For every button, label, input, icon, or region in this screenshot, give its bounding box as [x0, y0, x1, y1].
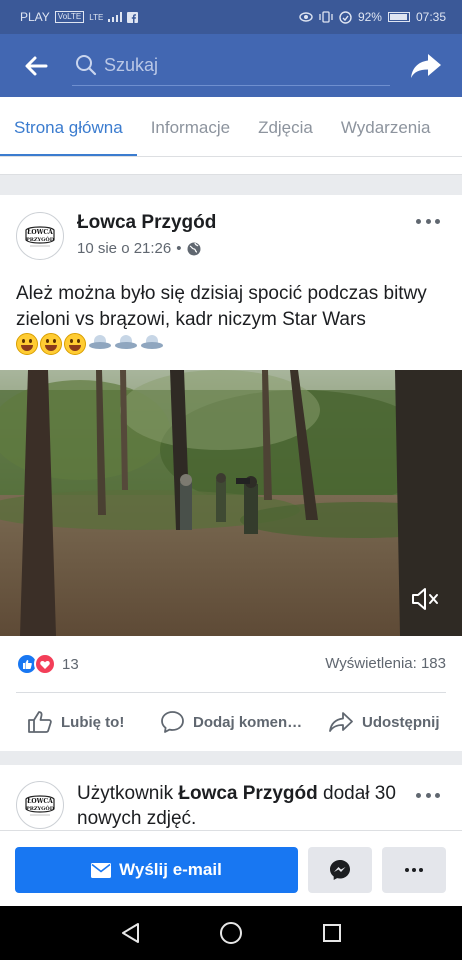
post-video[interactable]: [0, 370, 462, 636]
view-count: Wyświetlenia: 183: [325, 655, 446, 672]
nav-home-icon[interactable]: [219, 921, 243, 945]
post-options-button[interactable]: [416, 213, 440, 229]
send-email-button[interactable]: Wyślij e-mail: [15, 847, 298, 893]
photo-post-page-name[interactable]: Łowca Przygód: [178, 783, 317, 804]
page-logo: ŁOWCAPRZYGÓD: [21, 786, 59, 824]
battery-icon: [387, 12, 410, 22]
comment-icon: [161, 711, 184, 733]
svg-text:ŁOWCA: ŁOWCA: [27, 229, 53, 236]
mute-icon[interactable]: [410, 584, 440, 614]
facebook-notification-icon: [127, 11, 139, 23]
vibrate-icon: [319, 11, 333, 23]
nav-recents-icon[interactable]: [322, 923, 342, 943]
page-action-bar: Wyślij e-mail: [0, 830, 462, 906]
post-meta: 10 sie o 21:26 •: [77, 240, 201, 257]
eye-icon: [299, 12, 313, 22]
system-navigation-bar: [0, 906, 462, 960]
forest-video-frame: [0, 370, 462, 636]
battery-percent: 92%: [357, 10, 382, 24]
svg-text:PRZYGÓD: PRZYGÓD: [26, 804, 55, 812]
data-saver-icon: [339, 10, 352, 24]
post-emojis: [16, 333, 164, 359]
carrier-label: PLAY: [20, 10, 50, 24]
share-page-button[interactable]: [390, 34, 462, 97]
avatar[interactable]: ŁOWCA PRZYGÓD: [16, 781, 64, 829]
like-label: Lubię to!: [61, 713, 125, 731]
ufo-icon: [140, 333, 164, 355]
ufo-icon: [88, 333, 112, 355]
signal-icon: LTE: [89, 12, 104, 22]
reactions-summary[interactable]: 13: [16, 653, 79, 675]
search-bar[interactable]: [72, 46, 390, 86]
envelope-icon: [91, 862, 112, 878]
comment-button[interactable]: Dodaj komen…: [160, 710, 302, 734]
share-arrow-icon: [411, 53, 441, 78]
app-bar: [0, 34, 462, 97]
tab-photos[interactable]: Zdjęcia: [244, 97, 327, 156]
clock: 07:35: [415, 10, 446, 24]
page-name[interactable]: Łowca Przygód: [77, 212, 216, 234]
photo-post-text: Użytkownik Łowca Przygód dodał 30 nowych…: [77, 781, 397, 831]
share-icon: [329, 712, 353, 732]
page-tabs: Strona główna Informacje Zdjęcia Wydarze…: [0, 97, 462, 157]
svg-text:ŁOWCA: ŁOWCA: [27, 798, 53, 805]
globe-icon: [187, 242, 201, 255]
comment-label: Dodaj komen…: [193, 713, 303, 731]
actions-divider: [16, 692, 446, 693]
post-actions: Lubię to! Dodaj komen… Udostępnij: [0, 700, 462, 744]
nav-back-icon[interactable]: [120, 922, 140, 944]
search-icon: [76, 55, 97, 76]
thumbs-up-icon: [28, 711, 52, 733]
post-card-photos: ŁOWCA PRZYGÓD Użytkownik Łowca Przygód do…: [0, 765, 462, 835]
photo-post-prefix: Użytkownik: [77, 783, 179, 804]
grinning-face-icon: [16, 333, 38, 355]
share-button[interactable]: Udostępnij: [328, 711, 440, 733]
search-input[interactable]: [100, 54, 390, 76]
tab-about[interactable]: Informacje: [137, 97, 244, 156]
svg-text:PRZYGÓD: PRZYGÓD: [26, 235, 55, 243]
tab-events[interactable]: Wydarzenia: [327, 97, 445, 156]
arrow-left-icon: [25, 56, 48, 75]
tab-home[interactable]: Strona główna: [0, 97, 137, 156]
avatar[interactable]: ŁOWCA PRZYGÓD: [16, 212, 64, 260]
post-text: Ależ można było się dzisiaj spocić podcz…: [16, 283, 427, 330]
post-card: ŁOWCA PRZYGÓD Łowca Przygód 10 sie o 21:2…: [0, 195, 462, 751]
back-button[interactable]: [0, 34, 72, 97]
ufo-icon: [114, 333, 138, 355]
love-reaction-icon: [34, 653, 56, 675]
send-email-label: Wyślij e-mail: [119, 860, 222, 879]
more-icon[interactable]: [382, 847, 446, 893]
share-label: Udostępnij: [362, 713, 440, 731]
previous-post-footer: [0, 157, 462, 175]
app-screen: PLAY VoLTE LTE 92% 07:35 Szukaj Strona g…: [0, 0, 462, 960]
meta-separator: •: [176, 240, 182, 257]
grinning-face-icon: [64, 333, 86, 355]
like-button[interactable]: Lubię to!: [27, 710, 124, 734]
post-timestamp[interactable]: 10 sie o 21:26: [77, 240, 171, 257]
page-logo: ŁOWCAPRZYGÓD: [21, 217, 59, 255]
volte-badge: VoLTE: [54, 11, 85, 23]
messenger-button[interactable]: [308, 847, 372, 893]
grinning-face-icon: [40, 333, 62, 355]
signal-bars-icon: [108, 12, 123, 22]
messenger-icon: [330, 860, 350, 880]
reaction-count: 13: [62, 655, 79, 673]
status-bar: PLAY VoLTE LTE 92% 07:35: [0, 0, 462, 34]
post-options-button[interactable]: [416, 787, 440, 803]
